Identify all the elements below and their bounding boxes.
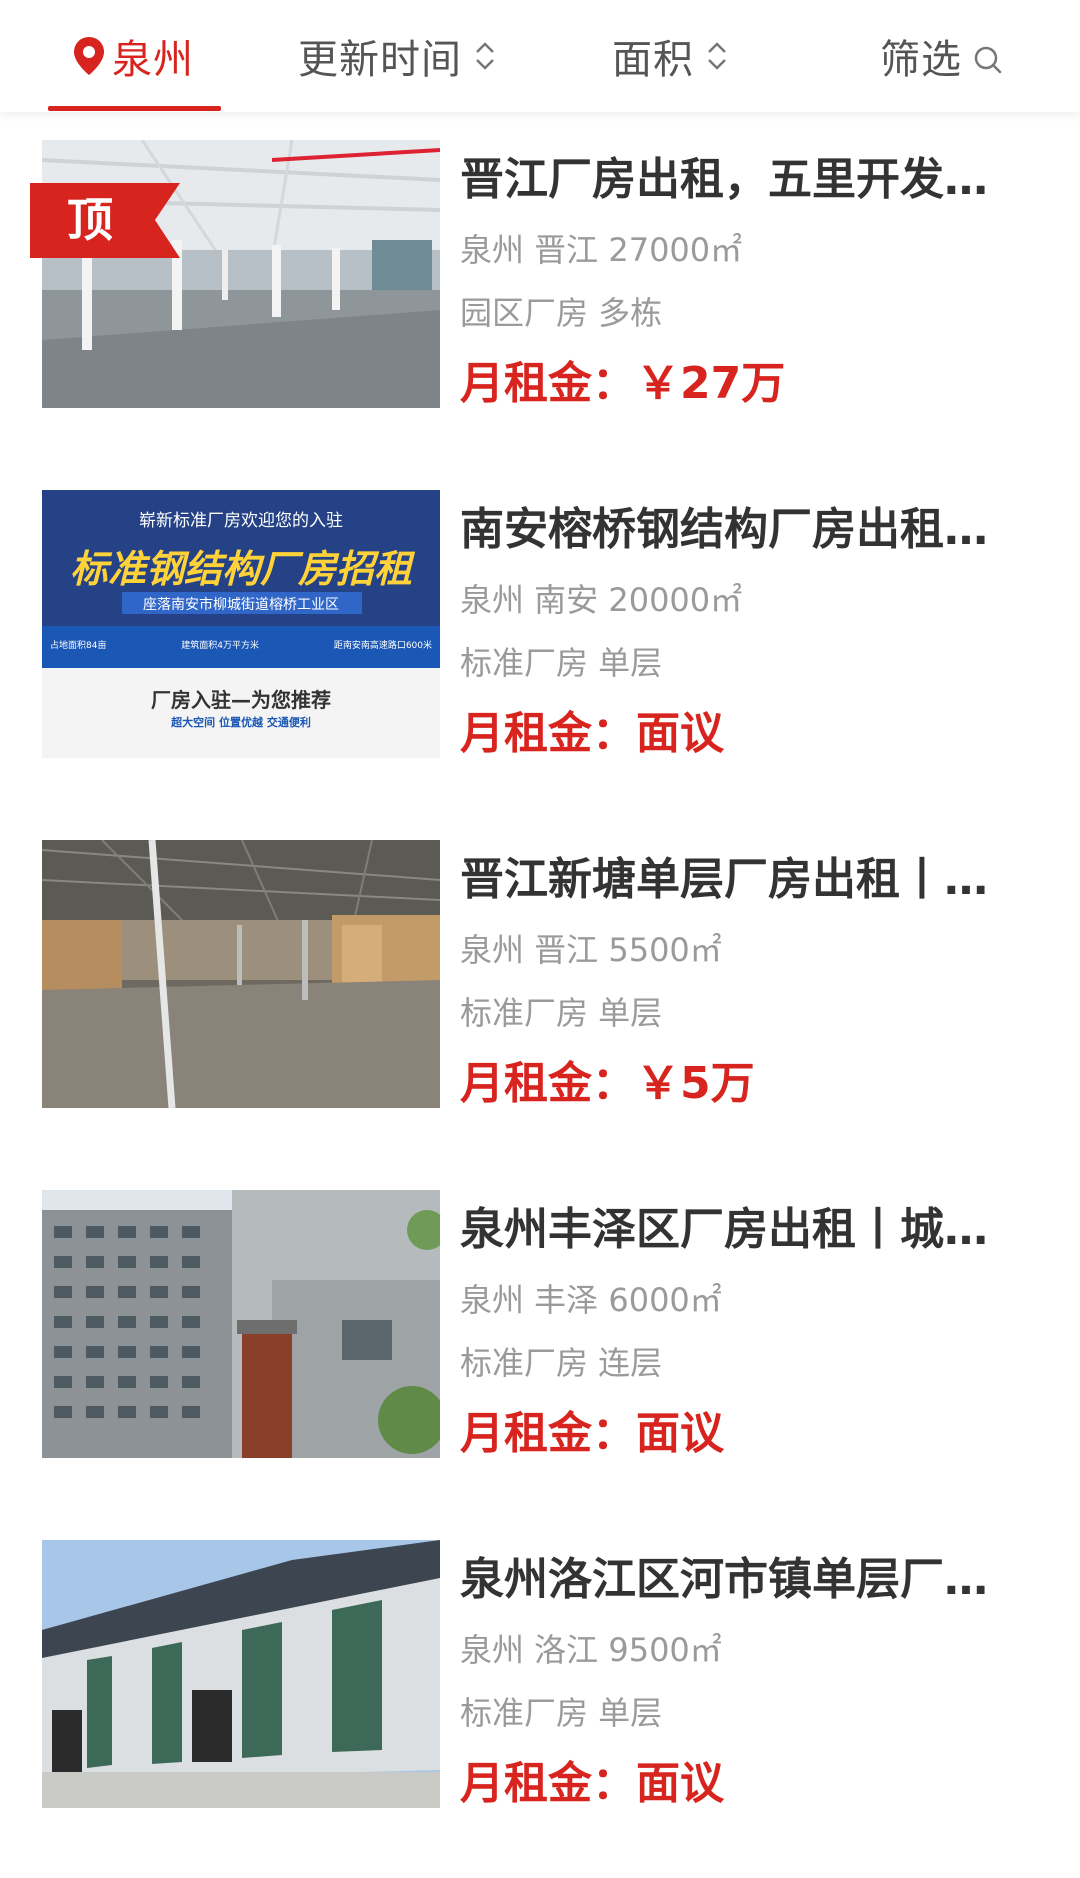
listing-price: 月租金：面议 [460,708,724,759]
listing-location-area: 泉州 晋江 5500㎡ [460,931,722,969]
listing-tags: 标准厂房 单层 [460,644,663,682]
top-badge-label: 顶 [67,193,113,247]
listing-tags: 标准厂房 连层 [460,1344,663,1382]
banner-line2: 标准钢结构厂房招租 [69,547,412,591]
filter-bar: 泉州 更新时间 面积 筛选 [0,0,1080,112]
banner-line1: 崭新标准厂房欢迎您的入驻 [139,511,343,531]
listing-location-area: 泉州 晋江 27000㎡ [460,231,743,269]
screen-filter[interactable]: 筛选 [880,0,1004,112]
listing-title[interactable]: 泉州洛江区河市镇单层厂… [460,1550,1000,1610]
listing-title[interactable]: 晋江新塘单层厂房出租丨… [460,850,1000,910]
listing-title[interactable]: 南安榕桥钢结构厂房出租… [460,500,1000,560]
listing-item[interactable]: 崭新标准厂房欢迎您的入驻 标准钢结构厂房招租 座落南安市柳城街道榕桥工业区 占地… [0,478,1080,828]
city-filter-label: 泉州 [112,37,194,83]
banner-line3: 座落南安市柳城街道榕桥工业区 [143,597,339,613]
banner-line5: 超大空间 位置优越 交通便利 [171,716,311,729]
listing-item[interactable]: 泉州丰泽区厂房出租丨城… 泉州 丰泽 6000㎡ 标准厂房 连层 月租金：面议 [0,1178,1080,1528]
listing-location-area: 泉州 丰泽 6000㎡ [460,1281,722,1319]
listing-title[interactable]: 晋江厂房出租，五里开发… [460,150,1000,210]
listing-thumbnail [42,140,440,408]
listing-tags: 标准厂房 单层 [460,1694,663,1732]
listing-tags: 园区厂房 多栋 [460,294,663,332]
listing-item[interactable]: 晋江厂房出租，五里开发… 泉州 晋江 27000㎡ 园区厂房 多栋 月租金：￥2… [0,128,1080,478]
area-label: 面积 [612,37,694,83]
listing-thumbnail [42,840,440,1108]
listing-price: 月租金：￥27万 [460,358,786,409]
location-pin-icon [72,36,106,76]
screen-filter-label: 筛选 [880,37,962,83]
sort-arrows-icon [704,36,730,76]
listing-location-area: 泉州 南安 20000㎡ [460,581,743,619]
banner-check1: 占地面积84亩 [50,641,107,651]
search-icon [972,40,1004,74]
listing-location-area: 泉州 洛江 9500㎡ [460,1631,722,1669]
sort-arrows-icon [472,36,498,76]
listing-thumbnail [42,1190,440,1458]
update-time-label: 更新时间 [298,37,462,83]
listing-thumbnail [42,1540,440,1808]
listing-item[interactable]: 泉州洛江区河市镇单层厂… 泉州 洛江 9500㎡ 标准厂房 单层 月租金：面议 [0,1528,1080,1878]
listing-price: 月租金：面议 [460,1758,724,1809]
listing-price: 月租金：面议 [460,1408,724,1459]
listing-thumbnail: 崭新标准厂房欢迎您的入驻 标准钢结构厂房招租 座落南安市柳城街道榕桥工业区 占地… [42,490,440,758]
listing-item[interactable]: 晋江新塘单层厂房出租丨… 泉州 晋江 5500㎡ 标准厂房 单层 月租金：￥5万 [0,828,1080,1178]
banner-check3: 距南安南高速路口600米 [333,641,432,651]
city-filter[interactable]: 泉州 [72,0,194,112]
active-tab-underline [48,106,221,111]
banner-checks: 占地面积84亩 建筑面积4万平方米 距南安南高速路口600米 [50,638,440,651]
listing-tags: 标准厂房 单层 [460,994,663,1032]
area-sort[interactable]: 面积 [612,0,730,112]
banner-line4: 厂房入驻—为您推荐 [151,688,331,712]
listing-title[interactable]: 泉州丰泽区厂房出租丨城… [460,1200,1000,1260]
listing-price: 月租金：￥5万 [460,1058,755,1109]
update-time-sort[interactable]: 更新时间 [298,0,498,112]
banner-check2: 建筑面积4万平方米 [181,641,259,651]
